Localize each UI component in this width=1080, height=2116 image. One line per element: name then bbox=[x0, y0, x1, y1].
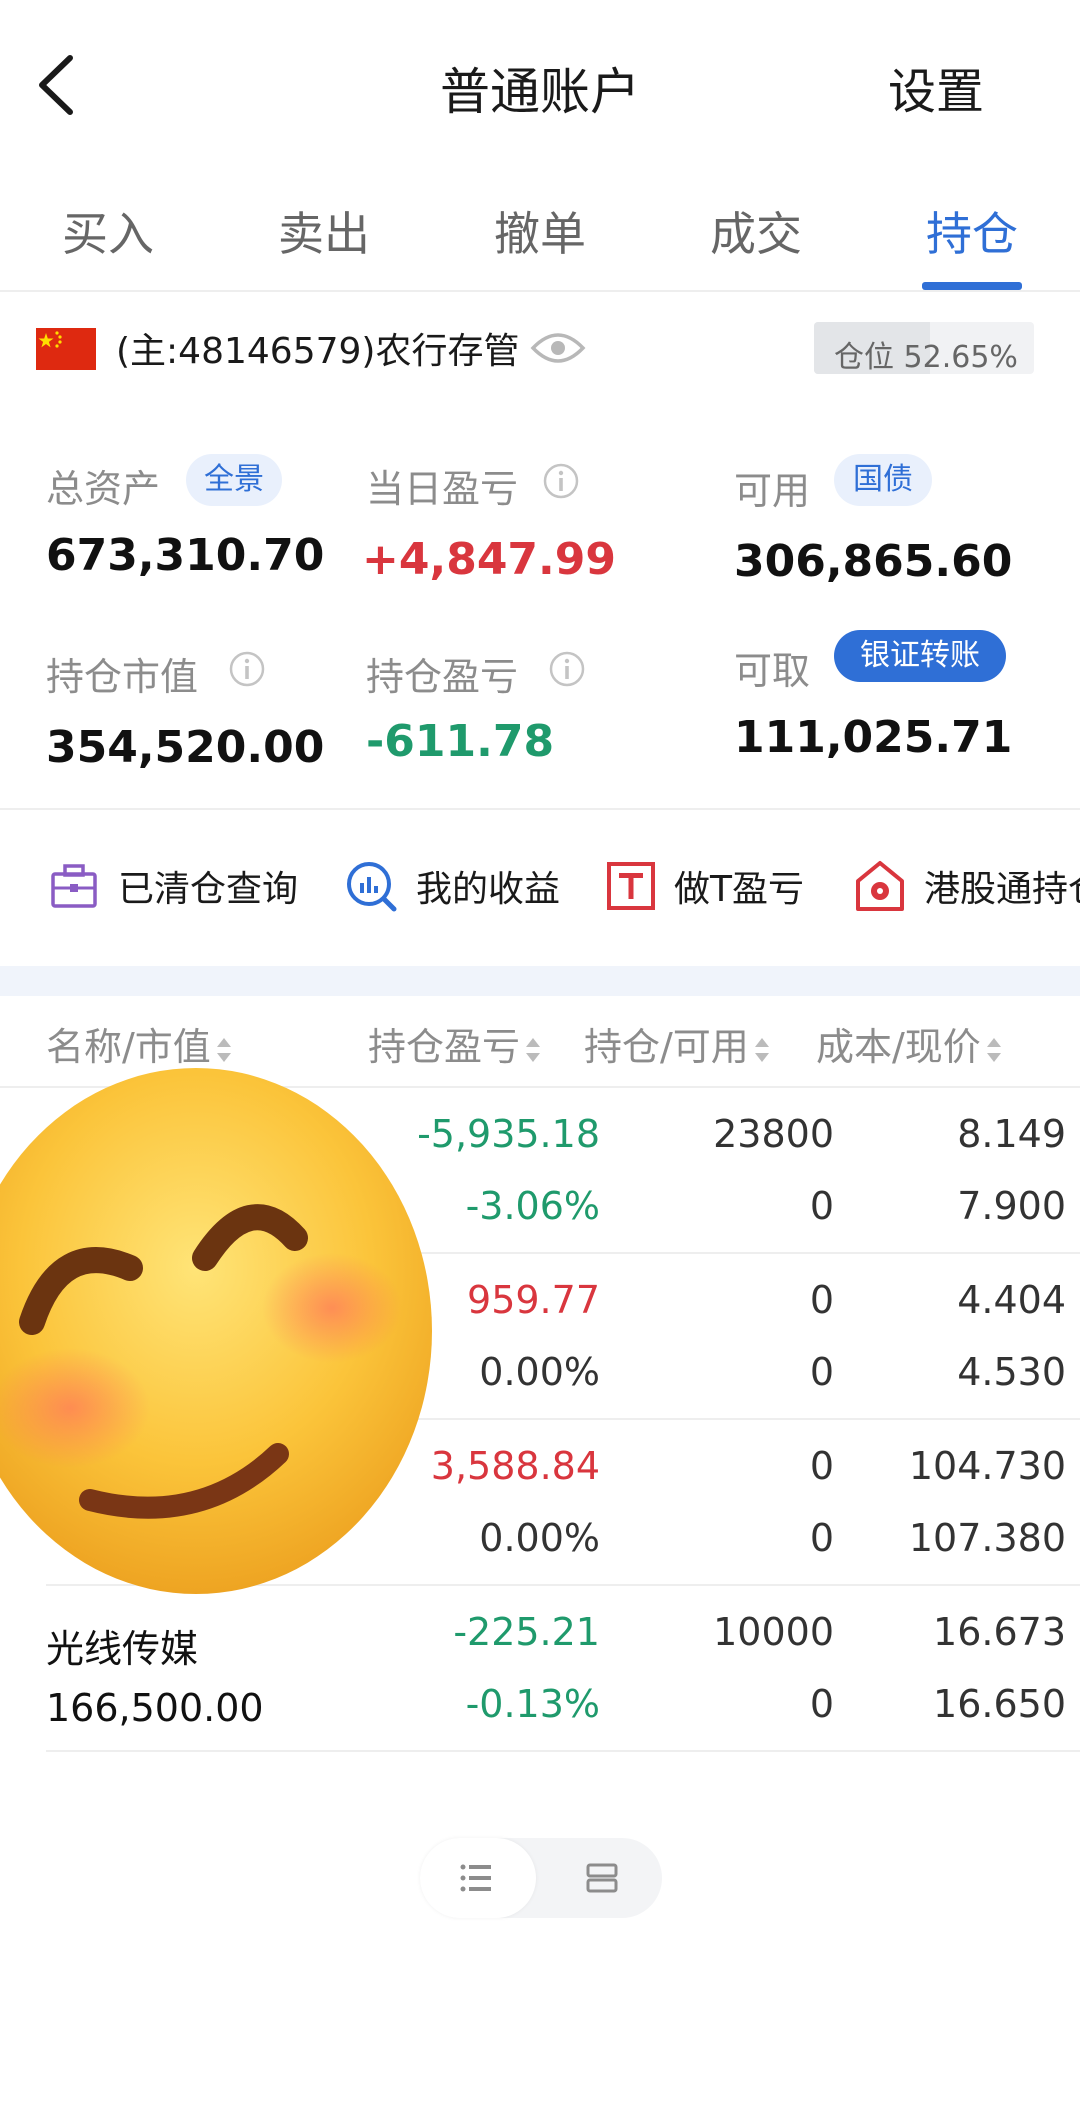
quick-actions-bar: 已清仓查询 我的收益 做T盈亏 港股通持仓 bbox=[0, 812, 1080, 962]
table-row[interactable]: 光线传媒 166,500.00 -225.21 -0.13% 10000 0 1… bbox=[46, 1586, 1080, 1752]
cost-price: 104.730 bbox=[908, 1444, 1066, 1488]
treasury-tag-button[interactable]: 国债 bbox=[834, 454, 932, 506]
eye-icon[interactable] bbox=[530, 328, 586, 368]
account-row[interactable]: (主:48146579)农行存管 仓位 52.65% bbox=[0, 292, 1080, 408]
column-header-cost[interactable]: 成本/现价 bbox=[816, 1016, 1003, 1071]
info-icon[interactable] bbox=[548, 650, 586, 688]
withdrawable-value: 111,025.71 bbox=[734, 712, 1013, 763]
current-price: 16.650 bbox=[933, 1682, 1066, 1726]
hk-house-icon bbox=[856, 861, 904, 911]
list-view-icon bbox=[460, 1864, 491, 1892]
settings-button[interactable]: 设置 bbox=[888, 52, 984, 122]
position-pnl: 3,588.84 bbox=[430, 1444, 600, 1488]
cost-price: 4.404 bbox=[957, 1278, 1066, 1322]
china-flag-icon bbox=[36, 328, 96, 370]
available-label: 可用 bbox=[734, 469, 811, 513]
divider bbox=[0, 808, 1080, 810]
position-pnl-value: -611.78 bbox=[366, 716, 555, 767]
total-assets-label: 总资产 bbox=[46, 467, 161, 511]
info-icon[interactable] bbox=[228, 650, 266, 688]
active-tab-indicator bbox=[922, 282, 1022, 290]
column-header-label: 名称/市值 bbox=[46, 1025, 211, 1069]
quick-action-my-earnings[interactable]: 我的收益 bbox=[344, 856, 560, 916]
market-value-value: 354,520.00 bbox=[46, 722, 325, 773]
daily-pnl-label: 当日盈亏 bbox=[366, 467, 519, 511]
stock-name: 光线传媒 bbox=[46, 1627, 199, 1671]
position-pnl-percent: -0.13% bbox=[465, 1682, 600, 1726]
position-pnl: -5,935.18 bbox=[417, 1112, 600, 1156]
total-assets-value: 673,310.70 bbox=[46, 530, 325, 581]
view-mode-toggle bbox=[420, 1838, 662, 1918]
sort-icon bbox=[986, 1037, 1001, 1062]
position-pnl: -225.21 bbox=[453, 1610, 600, 1654]
quick-action-hk-connect[interactable]: 港股通持仓 bbox=[854, 856, 1080, 916]
holding-quantity: 0 bbox=[809, 1444, 834, 1488]
column-header-label: 成本/现价 bbox=[816, 1025, 981, 1069]
trade-tabs: 买入 卖出 撤单 成交 持仓 bbox=[0, 176, 1080, 292]
cost-price: 16.673 bbox=[933, 1610, 1066, 1654]
current-price: 4.530 bbox=[957, 1350, 1066, 1394]
stock-market-value: 166,500.00 bbox=[46, 1686, 264, 1730]
tab-positions[interactable]: 持仓 bbox=[864, 198, 1080, 264]
position-pnl-percent: 0.00% bbox=[479, 1516, 600, 1560]
sort-icon bbox=[754, 1037, 769, 1062]
briefcase-icon bbox=[51, 864, 97, 908]
available-quantity: 0 bbox=[809, 1516, 834, 1560]
sort-icon bbox=[526, 1037, 541, 1062]
column-header-name[interactable]: 名称/市值 bbox=[46, 1016, 233, 1071]
position-pnl-percent: 0.00% bbox=[479, 1350, 600, 1394]
available-quantity: 0 bbox=[809, 1184, 834, 1228]
current-price: 107.380 bbox=[908, 1516, 1066, 1560]
cost-price: 8.149 bbox=[957, 1112, 1066, 1156]
position-ratio-badge: 仓位 52.65% bbox=[814, 322, 1034, 374]
info-icon[interactable] bbox=[542, 462, 580, 500]
bank-transfer-button[interactable]: 银证转账 bbox=[834, 630, 1006, 682]
chart-search-icon bbox=[347, 862, 397, 912]
account-label: (主:48146579)农行存管 bbox=[116, 331, 520, 372]
tab-sell[interactable]: 卖出 bbox=[216, 198, 432, 264]
quick-action-label: 已清仓查询 bbox=[118, 869, 299, 910]
tab-deals[interactable]: 成交 bbox=[648, 198, 864, 264]
overview-tag-button[interactable]: 全景 bbox=[186, 454, 282, 506]
list-view-button[interactable] bbox=[420, 1838, 536, 1918]
smiling-face-emoji bbox=[0, 1068, 432, 1594]
available-value: 306,865.60 bbox=[734, 536, 1013, 587]
holding-quantity: 0 bbox=[809, 1278, 834, 1322]
position-pnl-label: 持仓盈亏 bbox=[366, 655, 519, 699]
tab-cancel[interactable]: 撤单 bbox=[432, 198, 648, 264]
column-header-label: 持仓/可用 bbox=[584, 1025, 749, 1069]
available-quantity: 0 bbox=[809, 1350, 834, 1394]
position-ratio-text: 仓位 52.65% bbox=[834, 340, 1018, 374]
market-value-label: 持仓市值 bbox=[46, 655, 199, 699]
available-quantity: 0 bbox=[809, 1682, 834, 1726]
column-header-label: 持仓盈亏 bbox=[368, 1025, 521, 1069]
tab-buy[interactable]: 买入 bbox=[0, 198, 216, 264]
column-header-holding[interactable]: 持仓/可用 bbox=[584, 1016, 771, 1071]
current-price: 7.900 bbox=[957, 1184, 1066, 1228]
holding-quantity: 10000 bbox=[713, 1610, 834, 1654]
quick-action-label: 做T盈亏 bbox=[674, 869, 804, 910]
quick-action-label: 我的收益 bbox=[416, 869, 561, 910]
column-header-pnl[interactable]: 持仓盈亏 bbox=[368, 1016, 542, 1071]
position-pnl: 959.77 bbox=[467, 1278, 600, 1322]
withdrawable-label: 可取 bbox=[734, 649, 811, 693]
card-view-icon[interactable] bbox=[584, 1860, 620, 1896]
quick-action-t-trading-pnl[interactable]: 做T盈亏 bbox=[606, 856, 804, 916]
quick-action-cleared-positions[interactable]: 已清仓查询 bbox=[48, 856, 298, 916]
quick-action-label: 港股通持仓 bbox=[924, 869, 1080, 910]
daily-pnl-value: +4,847.99 bbox=[362, 534, 616, 585]
position-pnl-percent: -3.06% bbox=[465, 1184, 600, 1228]
t-box-icon bbox=[607, 862, 655, 910]
sort-icon bbox=[216, 1037, 231, 1062]
top-bar: 普通账户 设置 bbox=[0, 0, 1080, 176]
holding-quantity: 23800 bbox=[713, 1112, 834, 1156]
section-separator bbox=[0, 966, 1080, 996]
